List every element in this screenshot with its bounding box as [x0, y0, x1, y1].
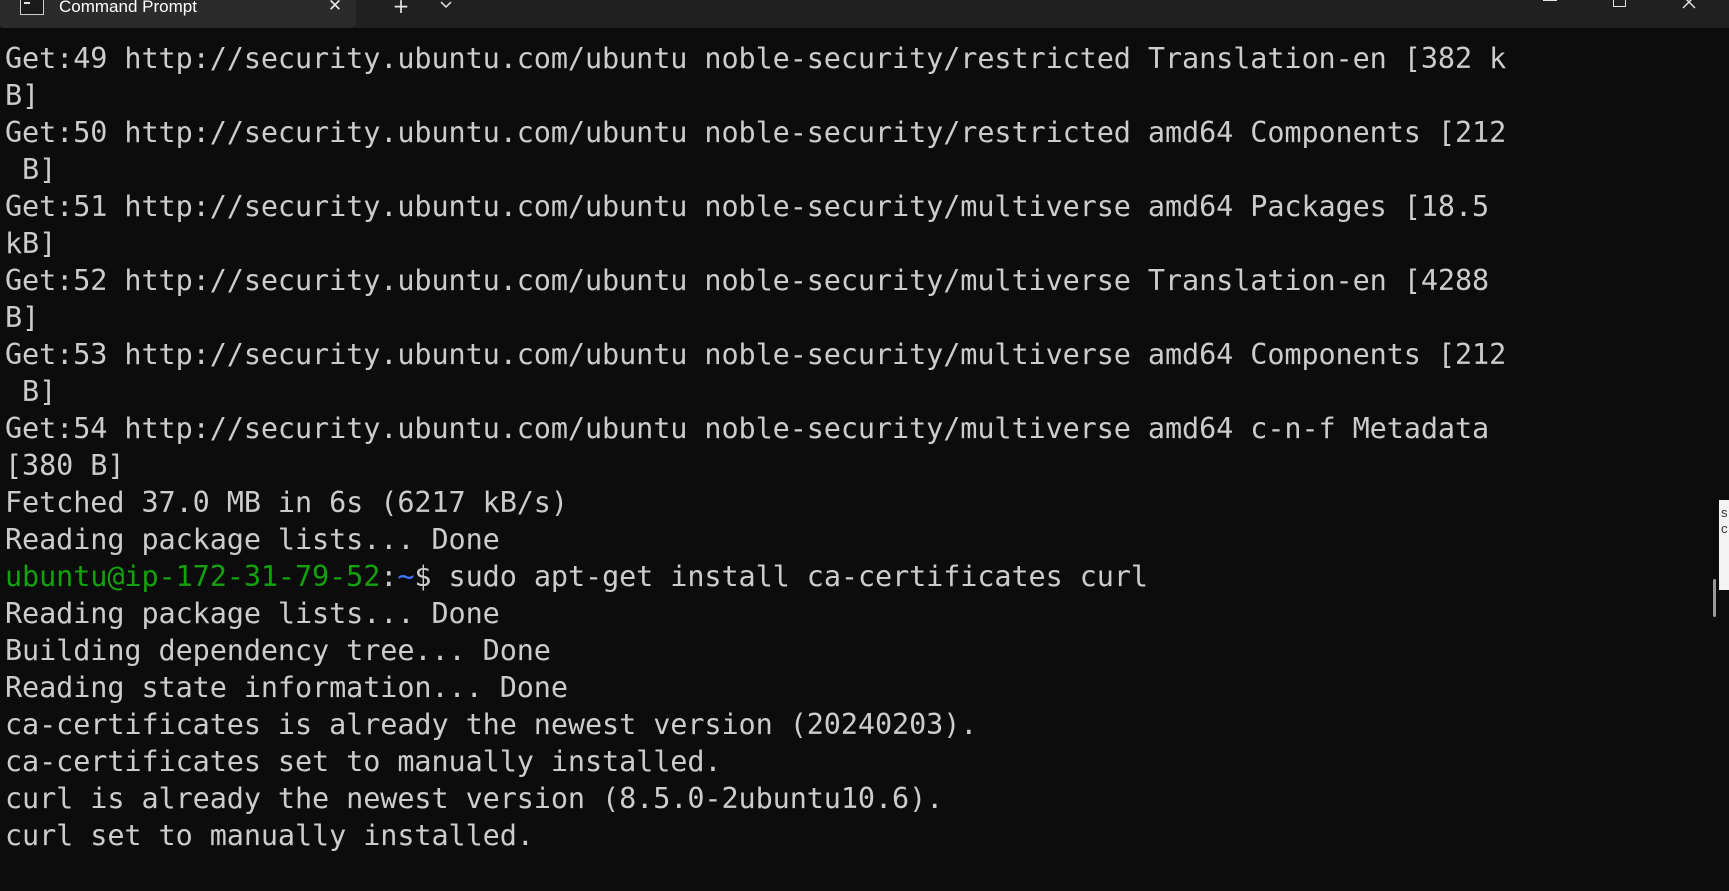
terminal-line: Reading state information... Done — [5, 671, 568, 704]
vertical-scrollbar[interactable] — [1710, 28, 1729, 891]
terminal-line: kB] — [5, 227, 57, 260]
terminal-line: Get:54 http://security.ubuntu.com/ubuntu… — [5, 412, 1490, 445]
minimize-button[interactable] — [1538, 0, 1562, 4]
window-close-button[interactable] — [1678, 0, 1702, 14]
terminal-line: Reading package lists... Done — [5, 597, 500, 630]
prompt-symbol: $ — [414, 560, 432, 593]
prompt-line: ubuntu@ip-172-31-79-52:~$ sudo apt-get i… — [5, 558, 1705, 595]
terminal-line: Fetched 37.0 MB in 6s (6217 kB/s) — [5, 486, 568, 519]
terminal-line: ca-certificates is already the newest ve… — [5, 708, 978, 741]
terminal-output[interactable]: Get:49 http://security.ubuntu.com/ubuntu… — [5, 40, 1705, 854]
terminal-line: [380 B] — [5, 449, 125, 482]
scrollbar-thumb[interactable] — [1713, 579, 1716, 617]
terminal-line: curl is already the newest version (8.5.… — [5, 782, 944, 815]
terminal-line: B] — [5, 301, 40, 334]
tab-title: Command Prompt — [59, 0, 197, 16]
terminal-lines-after: Reading package lists... Done Building de… — [5, 595, 1705, 854]
close-icon — [1682, 0, 1696, 9]
terminal-line: Reading package lists... Done — [5, 523, 500, 556]
tab-command-prompt[interactable]: Command Prompt ✕ — [0, 0, 356, 28]
terminal-line: Get:49 http://security.ubuntu.com/ubuntu… — [5, 42, 1507, 75]
title-bar[interactable]: Command Prompt ✕ + — [0, 0, 1729, 28]
chevron-down-icon — [440, 1, 452, 9]
terminal-line: B] — [5, 375, 57, 408]
terminal-line: Get:52 http://security.ubuntu.com/ubuntu… — [5, 264, 1490, 297]
prompt-separator: : — [380, 560, 398, 593]
command-prompt-window: Command Prompt ✕ + Get:49 http://securit… — [0, 0, 1729, 891]
background-window-text: s c — [1721, 505, 1728, 536]
prompt-path: ~ — [397, 560, 415, 593]
command-prompt-icon — [20, 0, 44, 15]
maximize-button[interactable] — [1612, 0, 1628, 8]
new-tab-button[interactable]: + — [389, 0, 413, 16]
terminal-line: B] — [5, 79, 40, 112]
terminal-line: curl set to manually installed. — [5, 819, 534, 852]
terminal-line: Get:51 http://security.ubuntu.com/ubuntu… — [5, 190, 1490, 223]
terminal-line: Get:53 http://security.ubuntu.com/ubuntu… — [5, 338, 1507, 371]
terminal-line: Get:50 http://security.ubuntu.com/ubuntu… — [5, 116, 1507, 149]
terminal-line: ca-certificates set to manually installe… — [5, 745, 722, 778]
prompt-command: sudo apt-get install ca-certificates cur… — [431, 560, 1149, 593]
terminal-line: B] — [5, 153, 57, 186]
terminal-line: Building dependency tree... Done — [5, 634, 551, 667]
tab-dropdown-button[interactable] — [436, 0, 456, 14]
tab-close-button[interactable]: ✕ — [322, 0, 348, 16]
terminal-lines-before: Get:49 http://security.ubuntu.com/ubuntu… — [5, 40, 1705, 558]
prompt-user-host: ubuntu@ip-172-31-79-52 — [5, 560, 381, 593]
